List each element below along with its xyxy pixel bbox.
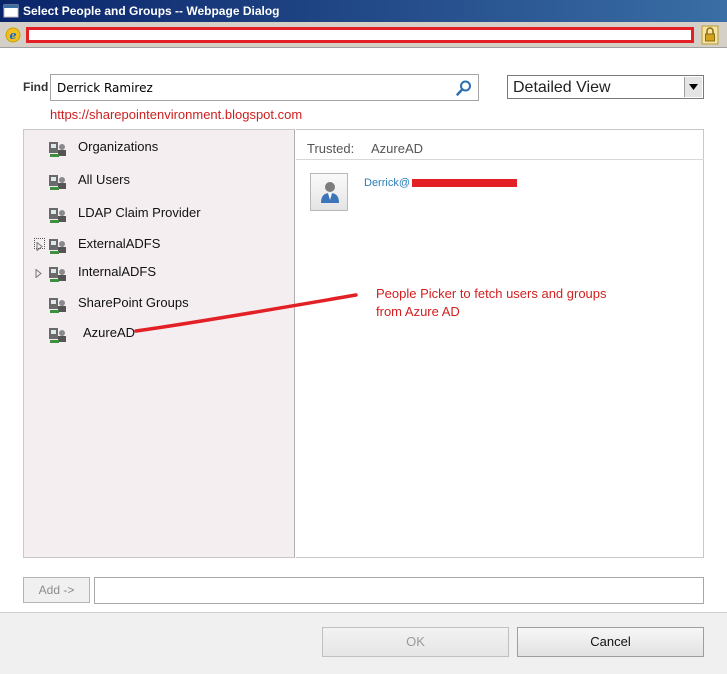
dialog-icon [3, 4, 19, 18]
dialog-titlebar: Select People and Groups -- Webpage Dial… [0, 0, 727, 22]
tree-item-label: SharePoint Groups [78, 295, 189, 310]
cancel-button[interactable]: Cancel [517, 627, 704, 657]
results-header-label: Trusted: [307, 141, 355, 156]
tree-item-label: InternalADFS [78, 264, 157, 279]
tree-item-label: Organizations [78, 139, 159, 154]
url-field-redacted[interactable] [26, 27, 694, 43]
view-select-value: Detailed View [513, 79, 611, 96]
add-button[interactable]: Add -> [23, 577, 90, 603]
directory-provider-icon [49, 328, 66, 343]
chevron-down-icon [689, 84, 698, 90]
provider-tree: Organizations All Users LDAP Claim Provi… [23, 129, 295, 558]
directory-provider-icon [49, 208, 66, 223]
svg-text:e: e [10, 29, 17, 42]
tree-item-label: AzureAD [83, 325, 136, 340]
watermark-url: https://sharepointenvironment.blogspot.c… [50, 107, 303, 122]
chevron-right-icon [35, 268, 42, 279]
directory-provider-icon [49, 267, 66, 282]
person-icon [321, 182, 339, 203]
chevron-right-icon [36, 241, 43, 252]
address-bar: e [0, 22, 727, 48]
redaction-bar [412, 179, 517, 187]
tree-item-all-users[interactable]: All Users [24, 169, 294, 191]
user-avatar[interactable] [310, 173, 348, 211]
view-select[interactable]: Detailed View [507, 75, 704, 99]
directory-provider-icon [49, 298, 66, 313]
tree-item-organizations[interactable]: Organizations [24, 136, 294, 158]
expand-toggle[interactable] [34, 266, 45, 279]
annotation-line-1: People Picker to fetch users and groups [376, 286, 607, 301]
tree-item-label: ExternalADFS [78, 236, 161, 251]
find-input[interactable]: Derrick Ramirez [50, 74, 479, 101]
dialog-title: Select People and Groups -- Webpage Dial… [23, 4, 280, 18]
internet-explorer-icon: e [5, 27, 21, 43]
lock-icon [701, 25, 719, 45]
expand-toggle[interactable] [34, 238, 45, 252]
annotation-text: People Picker to fetch users and groups … [376, 285, 666, 321]
annotation-line-2: from Azure AD [376, 304, 460, 319]
directory-provider-icon [49, 175, 66, 190]
tree-item-ldap-claim-provider[interactable]: LDAP Claim Provider [24, 202, 294, 224]
results-header: Trusted: AzureAD [296, 138, 704, 160]
find-label: Find [23, 80, 49, 94]
directory-provider-icon [49, 142, 66, 157]
tree-item-label: All Users [78, 172, 131, 187]
directory-provider-icon [49, 239, 66, 254]
results-pane: Trusted: AzureAD Derrick@ [296, 129, 704, 558]
tree-item-label: LDAP Claim Provider [78, 205, 201, 220]
search-icon[interactable] [455, 79, 473, 97]
tree-item-externaladfs[interactable]: ExternalADFS [24, 233, 294, 255]
selected-items-field[interactable] [94, 577, 704, 604]
view-dropdown-button[interactable] [684, 77, 702, 97]
ok-button[interactable]: OK [322, 627, 509, 657]
tree-item-internaladfs[interactable]: InternalADFS [24, 261, 294, 283]
tree-item-azuread[interactable]: AzureAD [24, 322, 294, 344]
tree-item-sharepoint-groups[interactable]: SharePoint Groups [24, 292, 294, 314]
results-header-provider: AzureAD [371, 141, 424, 156]
user-result-name[interactable]: Derrick@ [364, 177, 410, 189]
